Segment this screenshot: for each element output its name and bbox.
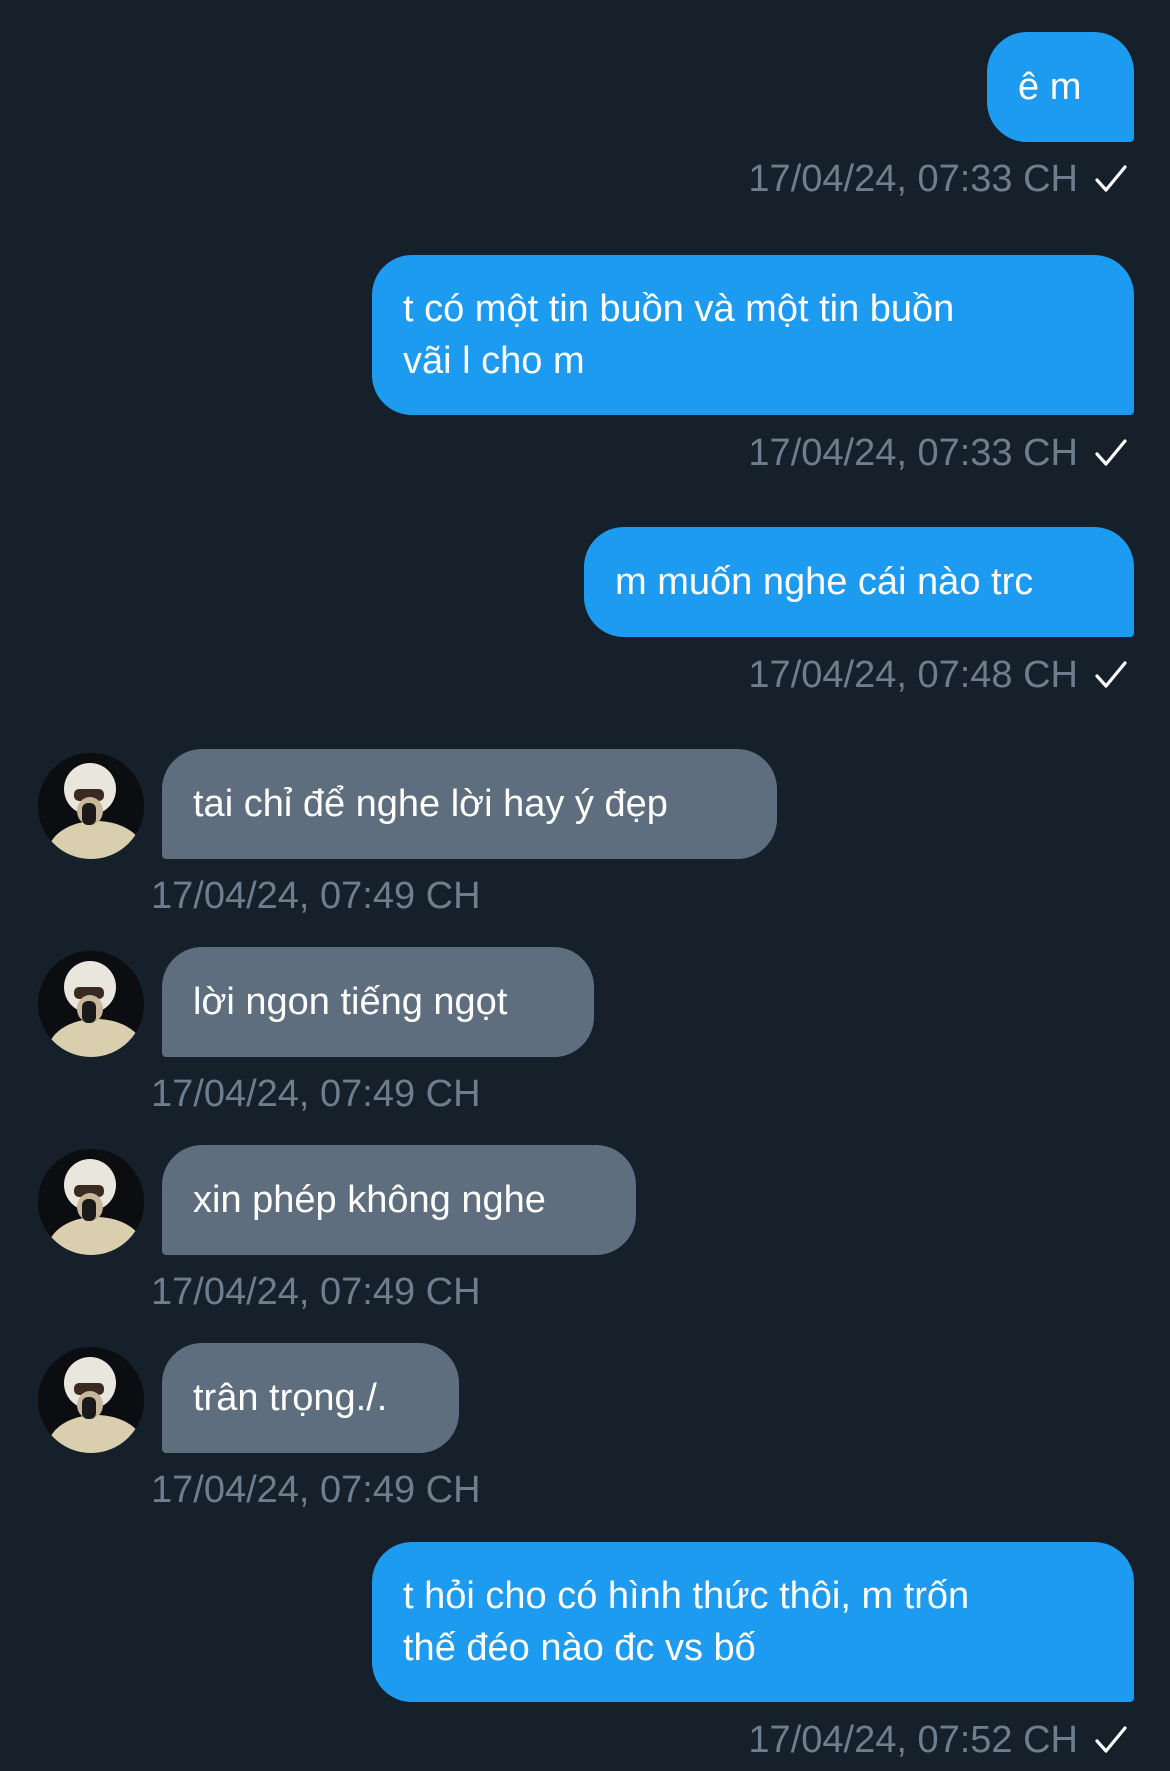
message-bubble-outgoing[interactable]: ê m xyxy=(987,32,1134,142)
message-text: m muốn nghe cái nào trc xyxy=(615,561,1034,603)
message-bubble-incoming[interactable]: xin phép không nghe xyxy=(162,1145,636,1255)
avatar-icon xyxy=(38,951,144,1057)
message-timestamp: 17/04/24, 07:33 CH xyxy=(748,158,1078,200)
message-meta: 17/04/24, 07:52 CH xyxy=(748,1718,1128,1762)
message-meta: 17/04/24, 07:33 CH xyxy=(748,431,1128,475)
avatar[interactable] xyxy=(38,753,144,859)
message-bubble-outgoing[interactable]: t có một tin buồn và một tin buồn vãi l … xyxy=(372,255,1134,415)
message-text: t hỏi cho có hình thức thôi, m trốn thế … xyxy=(403,1575,970,1669)
check-icon xyxy=(1095,1726,1127,1753)
message-timestamp: 17/04/24, 07:49 CH xyxy=(151,875,481,917)
message-timestamp: 17/04/24, 07:33 CH xyxy=(748,432,1078,474)
message-meta: 17/04/24, 07:33 CH xyxy=(748,157,1128,201)
avatar-icon xyxy=(38,1347,144,1453)
message-text: trân trọng./. xyxy=(193,1377,388,1419)
message-bubble-incoming[interactable]: trân trọng./. xyxy=(162,1343,459,1453)
avatar-icon xyxy=(38,753,144,859)
message-bubble-incoming[interactable]: tai chỉ để nghe lời hay ý đẹp xyxy=(162,749,777,859)
message-bubble-incoming[interactable]: lời ngon tiếng ngọt xyxy=(162,947,594,1057)
message-text: t có một tin buồn và một tin buồn vãi l … xyxy=(403,288,955,382)
message-timestamp: 17/04/24, 07:52 CH xyxy=(748,1719,1078,1761)
message-text: xin phép không nghe xyxy=(193,1179,546,1221)
message-meta: 17/04/24, 07:48 CH xyxy=(748,653,1128,697)
message-bubble-outgoing[interactable]: t hỏi cho có hình thức thôi, m trốn thế … xyxy=(372,1542,1134,1702)
message-text: lời ngon tiếng ngọt xyxy=(193,981,508,1023)
message-timestamp: 17/04/24, 07:49 CH xyxy=(151,1271,481,1313)
message-text: tai chỉ để nghe lời hay ý đẹp xyxy=(193,783,668,825)
check-icon xyxy=(1095,661,1127,688)
message-text: ê m xyxy=(1018,66,1082,108)
message-timestamp: 17/04/24, 07:48 CH xyxy=(748,654,1078,696)
check-icon xyxy=(1095,439,1127,466)
avatar[interactable] xyxy=(38,1347,144,1453)
message-timestamp: 17/04/24, 07:49 CH xyxy=(151,1469,481,1511)
avatar-icon xyxy=(38,1149,144,1255)
message-bubble-outgoing[interactable]: m muốn nghe cái nào trc xyxy=(584,527,1134,637)
avatar[interactable] xyxy=(38,1149,144,1255)
check-icon xyxy=(1095,165,1127,192)
avatar[interactable] xyxy=(38,951,144,1057)
message-timestamp: 17/04/24, 07:49 CH xyxy=(151,1073,481,1115)
